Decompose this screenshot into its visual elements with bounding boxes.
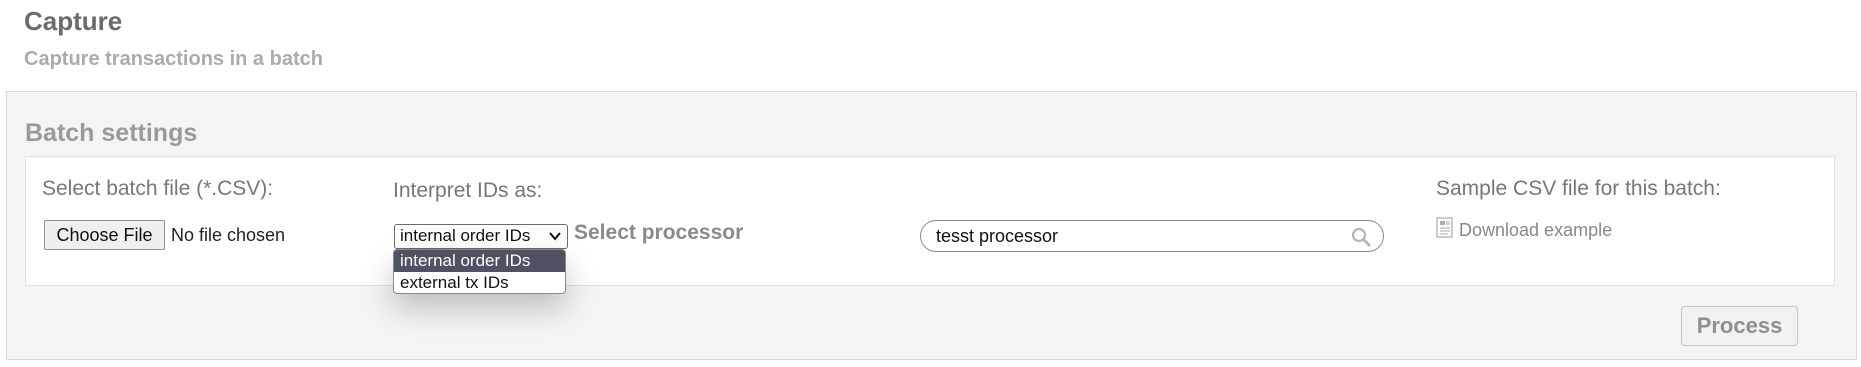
dropdown-option-external-tx-ids[interactable]: external tx IDs <box>394 272 565 293</box>
batch-settings-form: Select batch file (*.CSV): Choose File N… <box>25 156 1835 286</box>
interpret-ids-selected-value: internal order IDs <box>400 226 531 245</box>
page-header: Capture <box>24 6 122 36</box>
interpret-ids-select[interactable]: internal order IDs <box>394 224 568 249</box>
processor-search-box <box>920 220 1384 252</box>
select-processor-label: Select processor <box>574 221 744 244</box>
batch-settings-panel: Batch settings Select batch file (*.CSV)… <box>6 91 1857 360</box>
processor-search-input[interactable] <box>936 224 1336 248</box>
search-icon[interactable] <box>1351 227 1371 247</box>
page-subtitle: Capture transactions in a batch <box>24 48 323 70</box>
sample-csv-label: Sample CSV file for this batch: <box>1436 177 1721 200</box>
process-button[interactable]: Process <box>1681 306 1798 346</box>
download-example-link[interactable]: Download example <box>1436 217 1613 241</box>
interpret-ids-dropdown-list: internal order IDs external tx IDs <box>393 249 566 294</box>
choose-file-button[interactable]: Choose File <box>44 220 165 250</box>
batch-file-label: Select batch file (*.CSV): <box>42 177 274 200</box>
chevron-down-icon <box>549 232 561 241</box>
page-title: Capture <box>24 6 123 36</box>
file-status: No file chosen <box>171 225 286 245</box>
document-icon <box>1436 217 1453 238</box>
dropdown-option-internal-order-ids[interactable]: internal order IDs <box>394 250 565 272</box>
interpret-ids-label: Interpret IDs as: <box>393 179 543 202</box>
batch-settings-title: Batch settings <box>25 119 198 147</box>
download-example-text: Download example <box>1459 220 1613 240</box>
